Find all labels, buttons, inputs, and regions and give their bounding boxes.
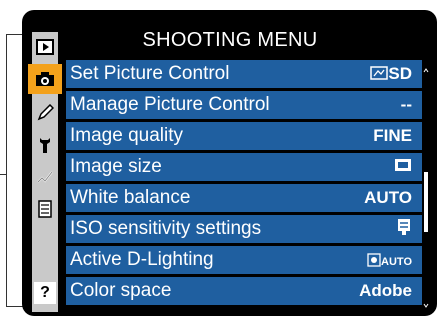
camera-icon [36, 72, 54, 86]
pencil-icon [37, 104, 54, 121]
menu-sidebar [28, 32, 62, 312]
wrench-icon [40, 138, 50, 153]
menu-item-label: Active D-Lighting [70, 249, 214, 270]
menu-item-value: AUTO [364, 188, 412, 207]
menu-item-image-size[interactable]: Image size [66, 153, 422, 181]
camera-lcd-screen: ? SHOOTING MENU Set Picture Control SD M… [22, 10, 437, 316]
menu-item-value: -- [400, 95, 412, 114]
help-icon[interactable]: ? [34, 282, 56, 304]
menu-scrollbar[interactable] [423, 68, 429, 308]
playback-icon [36, 39, 54, 55]
retouch-icon [37, 171, 53, 183]
menu-item-label: ISO sensitivity settings [70, 218, 262, 239]
menu-item-value [396, 218, 412, 241]
tab-retouch[interactable] [32, 162, 58, 192]
image-size-icon [395, 159, 411, 171]
menu-item-value: SD [370, 64, 412, 84]
menu-item-value [394, 157, 412, 177]
menu-item-set-picture-control[interactable]: Set Picture Control SD [66, 60, 422, 88]
menu-item-value: FINE [373, 126, 412, 145]
tab-setup[interactable] [32, 130, 58, 160]
menu-item-color-space[interactable]: Color space Adobe [66, 277, 422, 305]
menu-title: SHOOTING MENU [142, 29, 318, 51]
tab-shooting[interactable] [28, 64, 62, 94]
callout-line-middle [0, 174, 7, 175]
callout-line-vertical [6, 34, 7, 306]
menu-item-label: Set Picture Control [70, 63, 230, 84]
menu-item-label: Image size [70, 156, 162, 177]
tab-recent-settings[interactable] [32, 194, 58, 224]
menu-item-label: Manage Picture Control [70, 94, 270, 115]
menu-item-white-balance[interactable]: White balance AUTO [66, 184, 422, 212]
picture-control-icon [370, 66, 389, 80]
menu-item-iso-sensitivity[interactable]: ISO sensitivity settings [66, 215, 422, 243]
menu-item-manage-picture-control[interactable]: Manage Picture Control -- [66, 91, 422, 119]
menu-list: Set Picture Control SD Manage Picture Co… [66, 60, 422, 308]
menu-item-value: AUTO [367, 252, 412, 268]
menu-item-value: Adobe [359, 281, 412, 300]
menu-item-label: White balance [70, 187, 191, 208]
tab-custom-settings[interactable] [32, 98, 58, 128]
menu-item-image-quality[interactable]: Image quality FINE [66, 122, 422, 150]
tab-playback[interactable] [32, 32, 58, 62]
menu-item-label: Color space [70, 280, 172, 301]
menu-item-active-d-lighting[interactable]: Active D-Lighting AUTO [66, 246, 422, 274]
iso-icon [398, 218, 410, 235]
scroll-thumb[interactable] [424, 172, 428, 232]
menu-item-label: Image quality [70, 125, 184, 146]
recent-settings-icon [38, 200, 52, 218]
d-lighting-icon [367, 252, 381, 267]
